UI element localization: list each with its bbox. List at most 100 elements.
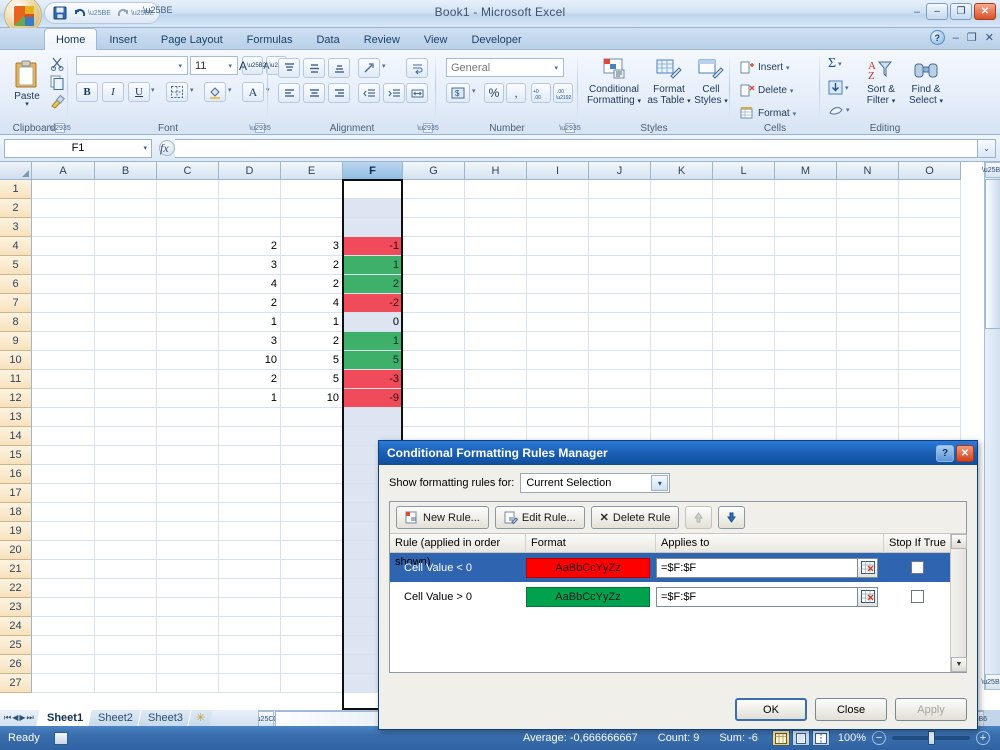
tab-data[interactable]: Data: [304, 28, 351, 50]
accounting-dropdown-icon[interactable]: ▾: [472, 87, 476, 95]
show-rules-select[interactable]: Current Selection ▾: [520, 473, 671, 493]
cell-B23[interactable]: [95, 598, 157, 617]
row-header-2[interactable]: 2: [0, 199, 32, 218]
cell-C23[interactable]: [157, 598, 219, 617]
cell-B24[interactable]: [95, 617, 157, 636]
cell-J3[interactable]: [589, 218, 651, 237]
cell-G4[interactable]: [403, 237, 465, 256]
name-box-dropdown-icon[interactable]: ▾: [143, 144, 147, 152]
cell-L3[interactable]: [713, 218, 775, 237]
cell-E18[interactable]: [281, 503, 343, 522]
cell-I12[interactable]: [527, 389, 589, 408]
cell-E2[interactable]: [281, 199, 343, 218]
cell-D27[interactable]: [219, 674, 281, 693]
row-header-19[interactable]: 19: [0, 522, 32, 541]
delete-rule-button[interactable]: ✕ Delete Rule: [590, 506, 680, 529]
cell-C4[interactable]: [157, 237, 219, 256]
merge-center-button[interactable]: [406, 83, 428, 103]
column-header-E[interactable]: E: [281, 162, 343, 180]
cell-A23[interactable]: [32, 598, 95, 617]
dialog-close-button[interactable]: ✕: [956, 444, 974, 462]
tab-insert[interactable]: Insert: [97, 28, 149, 50]
cell-G8[interactable]: [403, 313, 465, 332]
cell-B10[interactable]: [95, 351, 157, 370]
row-header-22[interactable]: 22: [0, 579, 32, 598]
sheet-nav-prev-icon[interactable]: ◀: [12, 713, 18, 723]
row-header-26[interactable]: 26: [0, 655, 32, 674]
cell-F7[interactable]: -2: [343, 294, 403, 313]
row-header-27[interactable]: 27: [0, 674, 32, 693]
number-format-dropdown-icon[interactable]: ▾: [551, 64, 561, 72]
show-rules-dropdown-icon[interactable]: ▾: [651, 475, 669, 491]
cell-F5[interactable]: 1: [343, 256, 403, 275]
column-header-F[interactable]: F: [343, 162, 403, 180]
cell-D13[interactable]: [219, 408, 281, 427]
cell-J2[interactable]: [589, 199, 651, 218]
cell-C26[interactable]: [157, 655, 219, 674]
view-normal-button[interactable]: [771, 730, 790, 746]
cell-D2[interactable]: [219, 199, 281, 218]
cell-O11[interactable]: [899, 370, 961, 389]
cell-J1[interactable]: [589, 180, 651, 199]
align-middle-button[interactable]: [303, 58, 325, 78]
sort-filter-button[interactable]: AZ Sort & Filter ▾: [860, 54, 902, 116]
cell-K9[interactable]: [651, 332, 713, 351]
cell-E21[interactable]: [281, 560, 343, 579]
cell-H9[interactable]: [465, 332, 527, 351]
cell-A26[interactable]: [32, 655, 95, 674]
cell-A11[interactable]: [32, 370, 95, 389]
cell-H5[interactable]: [465, 256, 527, 275]
rule-1-range-picker-button[interactable]: [858, 557, 878, 578]
cell-A8[interactable]: [32, 313, 95, 332]
cell-D5[interactable]: 3: [219, 256, 281, 275]
cell-C3[interactable]: [157, 218, 219, 237]
cell-C15[interactable]: [157, 446, 219, 465]
cell-A17[interactable]: [32, 484, 95, 503]
row-header-23[interactable]: 23: [0, 598, 32, 617]
zoom-slider[interactable]: [892, 731, 970, 745]
cell-A9[interactable]: [32, 332, 95, 351]
row-header-20[interactable]: 20: [0, 541, 32, 560]
cell-E20[interactable]: [281, 541, 343, 560]
cell-D11[interactable]: 2: [219, 370, 281, 389]
cell-F13[interactable]: [343, 408, 403, 427]
cell-A10[interactable]: [32, 351, 95, 370]
cell-C14[interactable]: [157, 427, 219, 446]
delete-cells-button[interactable]: Delete ▾: [736, 81, 797, 100]
format-painter-button[interactable]: [50, 94, 65, 112]
cell-D17[interactable]: [219, 484, 281, 503]
cell-J6[interactable]: [589, 275, 651, 294]
cell-B20[interactable]: [95, 541, 157, 560]
cell-B8[interactable]: [95, 313, 157, 332]
row-header-12[interactable]: 12: [0, 389, 32, 408]
column-header-O[interactable]: O: [899, 162, 961, 180]
cell-A4[interactable]: [32, 237, 95, 256]
cell-N2[interactable]: [837, 199, 899, 218]
cell-F6[interactable]: 2: [343, 275, 403, 294]
sheet-nav-next-icon[interactable]: ▶: [19, 713, 25, 723]
cell-J11[interactable]: [589, 370, 651, 389]
clear-button[interactable]: ▾: [828, 103, 850, 117]
cell-O10[interactable]: [899, 351, 961, 370]
cell-D1[interactable]: [219, 180, 281, 199]
cell-K8[interactable]: [651, 313, 713, 332]
row-header-14[interactable]: 14: [0, 427, 32, 446]
cell-B16[interactable]: [95, 465, 157, 484]
vertical-scroll-thumb[interactable]: [985, 179, 1000, 329]
cell-N1[interactable]: [837, 180, 899, 199]
cell-F10[interactable]: 5: [343, 351, 403, 370]
ribbon-minimize-icon[interactable]: –: [953, 32, 959, 44]
borders-button[interactable]: [166, 82, 188, 102]
cell-H1[interactable]: [465, 180, 527, 199]
cell-N9[interactable]: [837, 332, 899, 351]
cell-O7[interactable]: [899, 294, 961, 313]
cell-H2[interactable]: [465, 199, 527, 218]
insert-cells-button[interactable]: Insert ▾: [736, 58, 794, 77]
cell-D10[interactable]: 10: [219, 351, 281, 370]
font-dialog-launcher[interactable]: \u2935: [249, 123, 271, 133]
cell-K11[interactable]: [651, 370, 713, 389]
zoom-in-button[interactable]: +: [976, 731, 990, 745]
cell-E26[interactable]: [281, 655, 343, 674]
cell-E6[interactable]: 2: [281, 275, 343, 294]
cell-G1[interactable]: [403, 180, 465, 199]
